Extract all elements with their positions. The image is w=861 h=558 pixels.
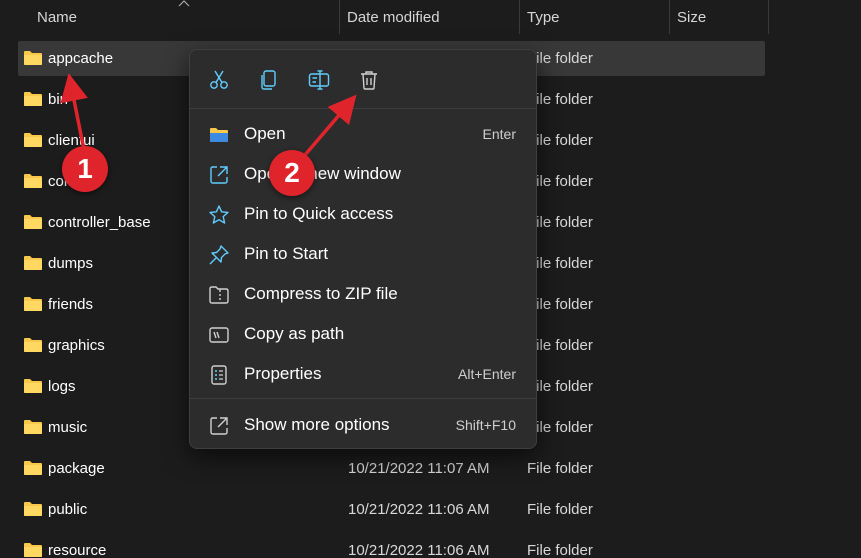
- folder-icon: [24, 215, 42, 229]
- folder-icon: [24, 379, 42, 393]
- zip-folder-icon: [209, 286, 229, 304]
- menu-item-shortcut: Alt+Enter: [458, 366, 516, 382]
- menu-item-pin-start[interactable]: Pin to Start: [194, 235, 532, 273]
- rename-button[interactable]: [303, 64, 335, 96]
- menu-item-label: Properties: [244, 364, 322, 383]
- column-date-modified[interactable]: Date modified: [347, 9, 440, 26]
- file-type: File folder: [527, 542, 593, 558]
- menu-item-label: Open in new window: [244, 164, 401, 183]
- folder-icon: [24, 338, 42, 352]
- menu-item-pin-quick-access[interactable]: Pin to Quick access: [194, 195, 532, 233]
- menu-item-label: Pin to Start: [244, 244, 329, 263]
- folder-icon: [24, 51, 42, 65]
- folder-icon: [24, 461, 42, 475]
- context-menu: Open Enter Open in new window Pin to Qui…: [189, 49, 537, 449]
- column-name[interactable]: Name: [37, 9, 77, 26]
- copy-button[interactable]: [253, 64, 285, 96]
- file-name: package: [48, 460, 105, 477]
- folder-icon: [24, 543, 42, 557]
- menu-item-label: Pin to Quick access: [244, 204, 394, 223]
- step-badge-2: 2: [269, 150, 315, 196]
- column-header: Name Date modified Type Size: [0, 0, 861, 34]
- file-name: bin: [48, 91, 69, 108]
- file-name: music: [48, 419, 88, 436]
- folder-icon: [24, 174, 42, 188]
- properties-icon: [211, 365, 227, 385]
- file-name: public: [48, 501, 88, 518]
- folder-icon: [24, 297, 42, 311]
- file-row-package[interactable]: package 10/21/2022 11:07 AM File folder: [18, 451, 765, 486]
- file-type: File folder: [527, 460, 593, 477]
- rename-icon: [308, 70, 330, 90]
- file-name: appcache: [48, 50, 114, 67]
- menu-item-label: Open: [244, 124, 286, 143]
- file-type: File folder: [527, 501, 593, 518]
- more-options-icon: [210, 417, 228, 435]
- folder-icon: [24, 502, 42, 516]
- file-name: resource: [48, 542, 107, 558]
- menu-item-show-more-options[interactable]: Show more options Shift+F10: [194, 406, 532, 444]
- column-divider[interactable]: [768, 0, 769, 34]
- column-divider[interactable]: [669, 0, 670, 34]
- file-row-public[interactable]: public 10/21/2022 11:06 AM File folder: [18, 492, 765, 527]
- file-name: logs: [48, 378, 76, 395]
- file-row-resource[interactable]: resource 10/21/2022 11:06 AM File folder: [18, 533, 765, 558]
- folder-open-icon: [210, 128, 228, 142]
- column-size[interactable]: Size: [677, 9, 706, 26]
- menu-divider: [190, 108, 536, 109]
- file-date: 10/21/2022 11:06 AM: [348, 542, 490, 558]
- folder-icon: [24, 256, 42, 270]
- cut-button[interactable]: [203, 64, 235, 96]
- file-name: graphics: [48, 337, 105, 354]
- copy-icon: [261, 70, 276, 90]
- menu-item-open-new-window[interactable]: Open in new window: [194, 155, 532, 193]
- menu-item-copy-as-path[interactable]: Copy as path: [194, 315, 532, 353]
- delete-icon: [361, 71, 377, 90]
- menu-item-label: Show more options: [244, 415, 390, 434]
- file-name: friends: [48, 296, 94, 313]
- pin-icon: [209, 245, 229, 265]
- column-divider[interactable]: [339, 0, 340, 34]
- menu-item-properties[interactable]: Properties Alt+Enter: [194, 355, 532, 393]
- column-divider[interactable]: [519, 0, 520, 34]
- file-name: controller_base: [48, 214, 151, 231]
- menu-item-compress-zip[interactable]: Compress to ZIP file: [194, 275, 532, 313]
- step-badge-1: 1: [62, 146, 108, 192]
- folder-icon: [24, 420, 42, 434]
- column-type[interactable]: Type: [527, 9, 560, 26]
- file-date: 10/21/2022 11:06 AM: [348, 501, 490, 518]
- menu-item-label: Copy as path: [244, 324, 345, 343]
- copy-path-icon: [209, 327, 229, 343]
- cut-icon: [210, 70, 228, 89]
- menu-item-shortcut: Enter: [482, 126, 516, 142]
- menu-item-label: Compress to ZIP file: [244, 284, 398, 303]
- folder-icon: [24, 92, 42, 106]
- folder-icon: [24, 133, 42, 147]
- open-external-icon: [210, 166, 228, 184]
- sort-chevron-icon: [178, 0, 190, 7]
- menu-item-open[interactable]: Open Enter: [194, 115, 532, 153]
- menu-item-shortcut: Shift+F10: [455, 417, 516, 433]
- file-date: 10/21/2022 11:07 AM: [348, 460, 490, 477]
- delete-button[interactable]: [353, 64, 385, 96]
- star-icon: [209, 205, 229, 224]
- file-name: dumps: [48, 255, 94, 272]
- menu-divider: [190, 398, 536, 399]
